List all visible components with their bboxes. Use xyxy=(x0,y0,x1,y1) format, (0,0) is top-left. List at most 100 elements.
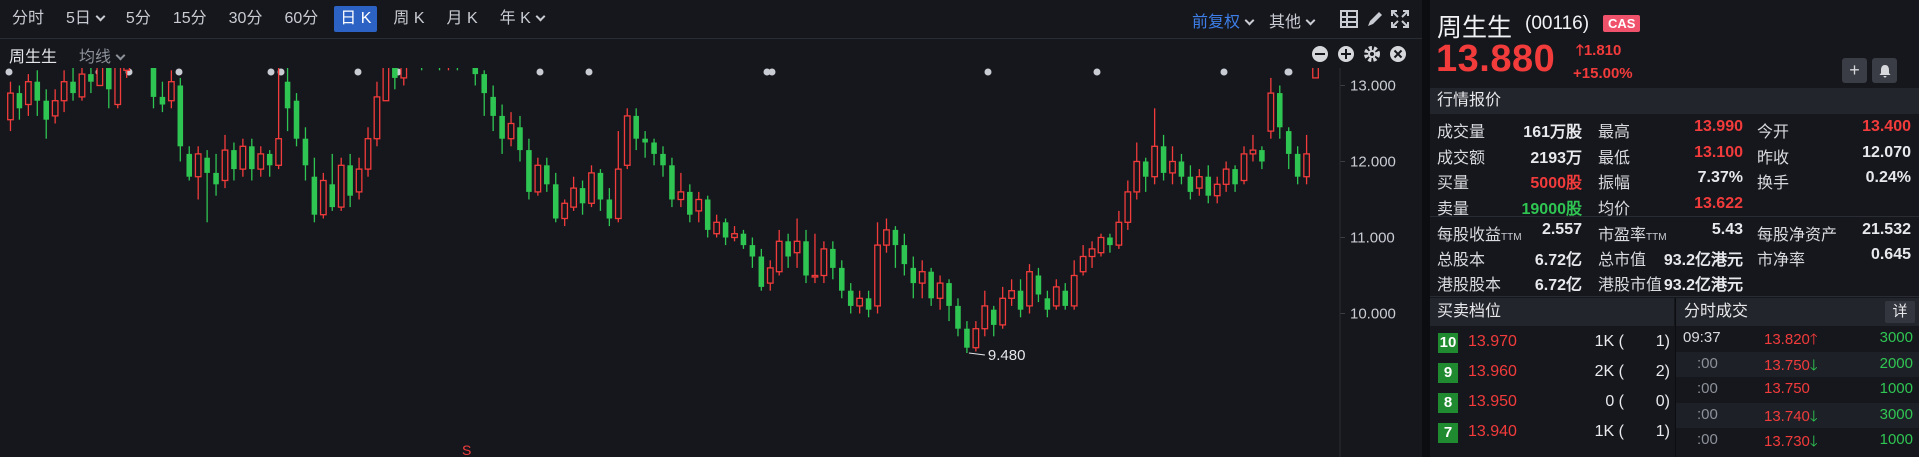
candle[interactable] xyxy=(123,68,131,78)
period-tab-4[interactable]: 30分 xyxy=(223,6,269,32)
period-tab-1[interactable]: 5日 xyxy=(60,6,110,32)
candle[interactable] xyxy=(856,290,864,314)
candle[interactable] xyxy=(1151,108,1159,185)
candle[interactable] xyxy=(231,142,237,181)
candle[interactable] xyxy=(1097,233,1105,257)
candle[interactable] xyxy=(24,74,32,116)
order-book-row[interactable]: 8 13.950 0 (0) xyxy=(1430,387,1674,417)
candle[interactable] xyxy=(1285,127,1292,170)
candle[interactable] xyxy=(167,70,175,109)
candle[interactable] xyxy=(704,195,711,238)
candle[interactable] xyxy=(606,188,613,227)
candle[interactable] xyxy=(740,229,747,249)
candle[interactable] xyxy=(918,260,926,299)
candle[interactable] xyxy=(221,134,229,189)
candle[interactable] xyxy=(570,176,578,211)
candle[interactable] xyxy=(1052,279,1060,310)
candle[interactable] xyxy=(1115,210,1123,249)
candle[interactable] xyxy=(34,70,41,116)
candle[interactable] xyxy=(820,241,828,284)
period-tab-3[interactable]: 15分 xyxy=(167,6,213,32)
candle[interactable] xyxy=(642,131,648,158)
candle[interactable] xyxy=(847,283,854,314)
candle[interactable] xyxy=(1277,85,1283,139)
candle[interactable] xyxy=(186,146,193,181)
minus-icon[interactable] xyxy=(1311,45,1329,63)
candle[interactable] xyxy=(392,68,398,90)
candle[interactable] xyxy=(946,279,952,322)
candle[interactable] xyxy=(544,157,550,192)
candle[interactable] xyxy=(660,146,666,177)
candle[interactable] xyxy=(249,138,255,181)
candle[interactable] xyxy=(669,157,675,208)
fullscreen-icon[interactable] xyxy=(1390,9,1410,29)
candle[interactable] xyxy=(865,290,872,318)
candle[interactable] xyxy=(1026,264,1033,314)
candle[interactable] xyxy=(437,68,443,71)
candle[interactable] xyxy=(400,68,408,86)
candle[interactable] xyxy=(651,138,657,166)
candle[interactable] xyxy=(687,184,693,223)
candle[interactable] xyxy=(455,68,461,71)
period-tab-8[interactable]: 月 K xyxy=(441,6,484,32)
candle[interactable] xyxy=(1312,68,1319,79)
candle[interactable] xyxy=(1222,161,1230,192)
candle[interactable] xyxy=(1195,169,1203,196)
candle[interactable] xyxy=(1259,146,1265,170)
candle[interactable] xyxy=(507,112,515,147)
candle[interactable] xyxy=(1240,146,1248,185)
candle[interactable] xyxy=(766,260,774,291)
candle[interactable] xyxy=(88,68,94,94)
alert-button[interactable] xyxy=(1872,58,1897,83)
candle[interactable] xyxy=(1294,146,1301,185)
candle[interactable] xyxy=(793,218,801,268)
candle[interactable] xyxy=(597,169,604,211)
candle[interactable] xyxy=(194,146,202,200)
candle[interactable] xyxy=(16,85,23,120)
candle[interactable] xyxy=(758,248,765,291)
candle[interactable] xyxy=(999,286,1007,329)
candle[interactable] xyxy=(775,229,783,276)
candle[interactable] xyxy=(257,146,265,177)
time-sales-detail-button[interactable]: 详 xyxy=(1885,301,1915,323)
candle[interactable] xyxy=(1142,157,1149,192)
period-tab-6[interactable]: 日 K xyxy=(334,6,378,32)
add-watchlist-button[interactable]: + xyxy=(1842,58,1867,83)
candle[interactable] xyxy=(51,89,59,124)
candle[interactable] xyxy=(7,81,14,132)
candle[interactable] xyxy=(329,153,336,211)
candle[interactable] xyxy=(1178,153,1185,185)
pen-icon[interactable] xyxy=(1365,9,1385,29)
period-tab-7[interactable]: 周 K xyxy=(387,6,430,32)
candle[interactable] xyxy=(1035,267,1042,303)
moving-average-dropdown[interactable]: 均线 xyxy=(79,43,126,67)
candle[interactable] xyxy=(43,89,49,139)
candle[interactable] xyxy=(811,233,819,284)
candle[interactable] xyxy=(910,256,917,299)
candle[interactable] xyxy=(319,172,327,219)
candle[interactable] xyxy=(892,226,899,268)
candle[interactable] xyxy=(177,77,184,162)
order-book-row[interactable]: 7 13.940 1K (1) xyxy=(1430,417,1674,447)
candle[interactable] xyxy=(722,218,729,246)
period-tab-9[interactable]: 年 K xyxy=(494,6,550,32)
candle[interactable] xyxy=(517,115,523,162)
candle[interactable] xyxy=(588,165,595,208)
candle[interactable] xyxy=(302,127,309,181)
candle[interactable] xyxy=(106,68,112,109)
candle[interactable] xyxy=(213,153,219,196)
candle[interactable] xyxy=(1044,290,1051,318)
candle[interactable] xyxy=(1017,279,1024,318)
candle[interactable] xyxy=(839,260,845,299)
candle[interactable] xyxy=(472,68,479,86)
period-tab-2[interactable]: 5分 xyxy=(120,6,157,32)
candle[interactable] xyxy=(713,214,721,238)
candle[interactable] xyxy=(266,150,273,177)
candle[interactable] xyxy=(355,157,363,200)
close-icon[interactable] xyxy=(1389,45,1407,63)
period-tab-5[interactable]: 60分 xyxy=(278,6,324,32)
plus-icon[interactable] xyxy=(1337,45,1355,63)
candle[interactable] xyxy=(936,275,944,310)
candle[interactable] xyxy=(1303,134,1311,185)
candle[interactable] xyxy=(731,226,738,242)
